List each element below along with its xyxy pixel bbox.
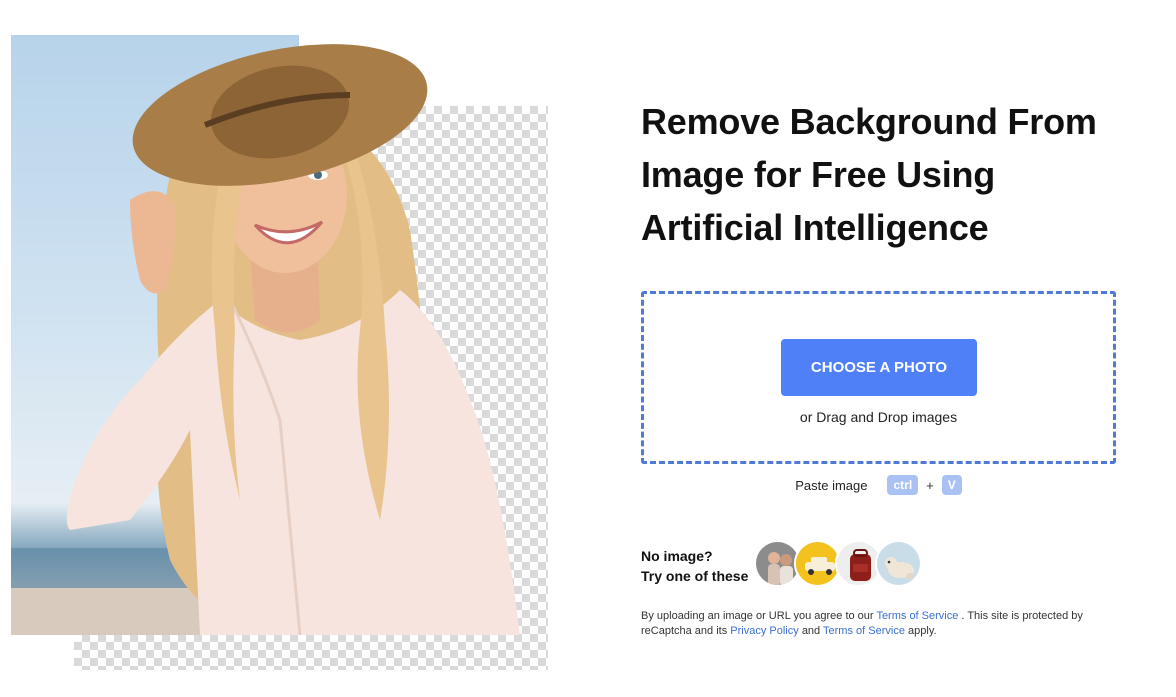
upload-dropzone[interactable]: CHOOSE A PHOTO or Drag and Drop images xyxy=(641,291,1116,464)
title-line-3: Artificial Intelligence xyxy=(641,207,989,248)
terms-of-service-link-2[interactable]: Terms of Service xyxy=(823,625,905,637)
sample-images xyxy=(754,540,924,588)
page-title: Remove Background From Image for Free Us… xyxy=(641,95,1141,254)
legal-text-1: By uploading an image or URL you agree t… xyxy=(641,610,874,622)
title-line-1: Remove Background From xyxy=(641,101,1097,142)
choose-photo-button[interactable]: CHOOSE A PHOTO xyxy=(781,339,977,396)
legal-text-3: and xyxy=(801,625,821,637)
sample-images-label: No image? Try one of these xyxy=(641,546,748,586)
ctrl-key-badge: ctrl xyxy=(887,475,919,495)
title-line-2: Image for Free Using xyxy=(641,154,996,195)
plus-sign: + xyxy=(926,477,934,493)
sample-dog-thumbnail[interactable] xyxy=(875,540,922,587)
legal-text-4: apply. xyxy=(908,625,937,637)
terms-of-service-link[interactable]: Terms of Service xyxy=(876,610,958,622)
woman-illustration xyxy=(11,44,521,636)
v-key-badge: V xyxy=(941,475,962,495)
sample-label-line-2: Try one of these xyxy=(641,568,749,584)
privacy-policy-link[interactable]: Privacy Policy xyxy=(730,625,798,637)
sample-car-thumbnail[interactable] xyxy=(794,540,841,587)
hero-image xyxy=(0,0,560,697)
legal-notice: By uploading an image or URL you agree t… xyxy=(641,609,1111,639)
sample-label-line-1: No image? xyxy=(641,548,713,564)
paste-shortcut-hint: Paste image ctrl + V xyxy=(641,475,1116,495)
paste-label: Paste image xyxy=(795,477,868,493)
drag-drop-hint: or Drag and Drop images xyxy=(799,409,958,425)
